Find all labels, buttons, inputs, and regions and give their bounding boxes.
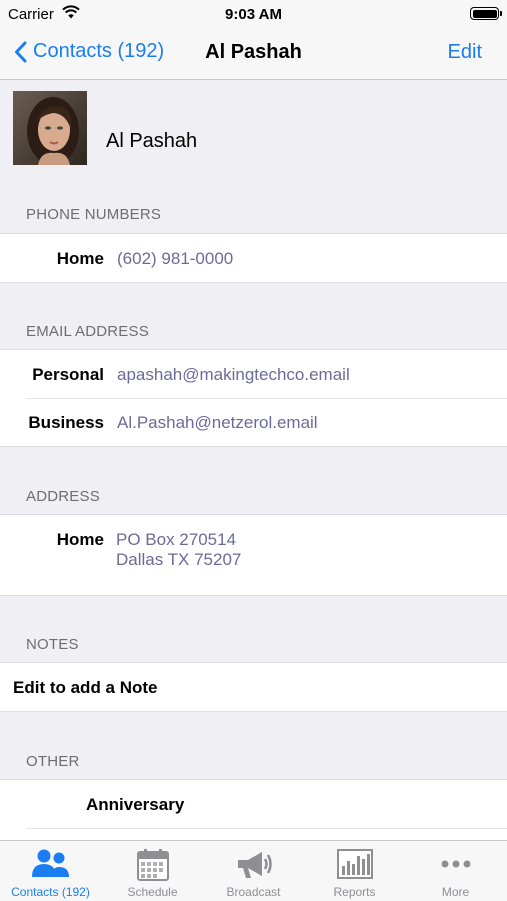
address-line-2: Dallas TX 75207 xyxy=(116,550,242,569)
address-line-1: PO Box 270514 xyxy=(116,530,237,549)
tab-label: Reports xyxy=(333,885,376,899)
clock: 9:03 AM xyxy=(225,6,282,23)
tab-reports[interactable]: Reports xyxy=(304,841,405,901)
address-row[interactable]: Home PO Box 270514 Dallas TX 75207 xyxy=(0,515,507,595)
notes-group: Edit to add a Note xyxy=(0,662,507,712)
tab-label: More xyxy=(441,885,470,899)
tab-label: Broadcast xyxy=(226,885,281,899)
notes-text: Edit to add a Note xyxy=(13,678,158,697)
phone-group: Home (602) 981-0000 xyxy=(0,233,507,283)
email-label: Business xyxy=(28,413,104,432)
tab-broadcast[interactable]: Broadcast xyxy=(203,841,304,901)
address-section-header: ADDRESS xyxy=(26,488,100,505)
phone-label: Home xyxy=(56,249,104,268)
battery-icon xyxy=(470,7,502,20)
contact-header: Al Pashah xyxy=(0,80,507,185)
email-value[interactable]: apashah@makingtechco.email xyxy=(117,365,350,385)
phone-row[interactable]: Home (602) 981-0000 xyxy=(0,234,507,282)
chevron-left-icon xyxy=(15,41,27,62)
phone-section-header: PHONE NUMBERS xyxy=(26,206,162,223)
megaphone-icon xyxy=(237,852,272,878)
email-row-business[interactable]: Business Al.Pashah@netzerol.email xyxy=(0,398,507,446)
back-button[interactable]: Contacts (192) xyxy=(14,40,164,63)
email-row-personal[interactable]: Personal apashah@makingtechco.email xyxy=(0,350,507,398)
notes-section-header: NOTES xyxy=(26,636,79,653)
address-value[interactable]: PO Box 270514 Dallas TX 75207 xyxy=(116,530,241,570)
tab-bar: Contacts (192) Schedule Broadcast Report… xyxy=(0,840,507,901)
phone-value[interactable]: (602) 981-0000 xyxy=(117,249,233,269)
tab-more[interactable]: More xyxy=(405,841,506,901)
navigation-bar: Contacts (192) Al Pashah Edit xyxy=(0,28,507,80)
back-button-label: Contacts (192) xyxy=(33,40,165,62)
bar-chart-icon xyxy=(336,849,373,879)
address-group: Home PO Box 270514 Dallas TX 75207 xyxy=(0,514,507,596)
status-bar: Carrier 9:03 AM xyxy=(0,0,507,28)
more-icon xyxy=(441,860,470,868)
tab-label: Schedule xyxy=(127,885,178,899)
anniversary-label: Anniversary xyxy=(86,795,185,814)
other-section-header: OTHER xyxy=(26,753,80,770)
notes-row[interactable]: Edit to add a Note xyxy=(0,663,507,711)
tab-schedule[interactable]: Schedule xyxy=(102,841,203,901)
contact-name: Al Pashah xyxy=(106,130,198,152)
avatar xyxy=(13,91,87,165)
anniversary-row[interactable]: Anniversary xyxy=(0,780,507,828)
email-group: Personal apashah@makingtechco.email Busi… xyxy=(0,349,507,447)
email-value[interactable]: Al.Pashah@netzerol.email xyxy=(117,413,318,433)
contacts-icon xyxy=(31,849,69,877)
tab-contacts[interactable]: Contacts (192) xyxy=(0,841,101,901)
address-label: Home xyxy=(56,530,104,549)
calendar-icon xyxy=(136,849,169,881)
edit-button[interactable]: Edit xyxy=(448,41,482,64)
email-label: Personal xyxy=(32,365,104,384)
email-section-header: EMAIL ADDRESS xyxy=(26,323,149,340)
tab-label: Contacts (192) xyxy=(11,885,90,899)
